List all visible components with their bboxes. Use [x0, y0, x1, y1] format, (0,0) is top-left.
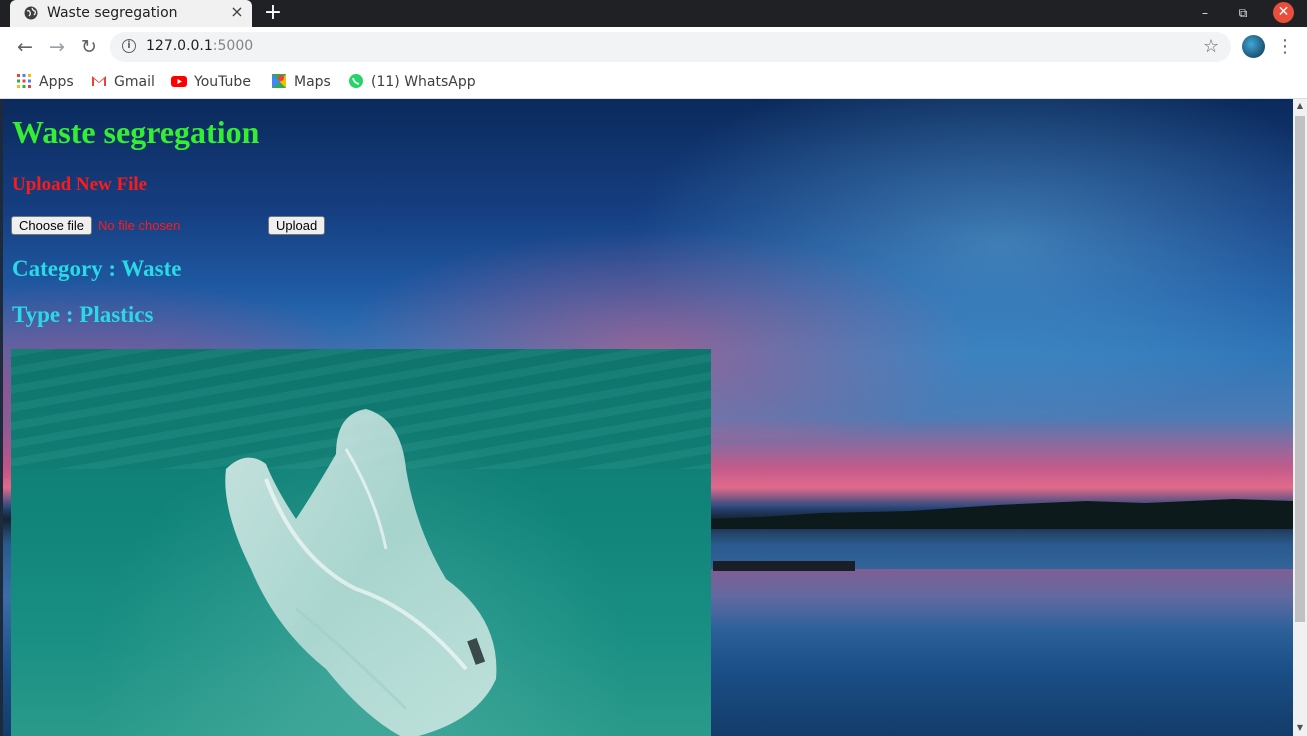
whatsapp-icon	[349, 74, 363, 88]
maps-icon	[272, 74, 286, 88]
scroll-thumb[interactable]	[1295, 116, 1305, 622]
bookmark-gmail[interactable]: Gmail	[91, 71, 155, 93]
bookmark-label: Gmail	[114, 74, 155, 90]
background-dock	[713, 561, 855, 571]
bookmark-maps[interactable]: Maps	[271, 71, 331, 93]
back-icon[interactable]: ←	[14, 36, 36, 58]
browser-toolbar: ← → ↻ i 127.0.0.1:5000 ☆ ⋮	[0, 27, 1307, 67]
url-text[interactable]: 127.0.0.1:5000	[146, 38, 253, 54]
window-close-icon[interactable]: ✕	[1273, 2, 1294, 23]
scroll-up-icon[interactable]: ▲	[1293, 99, 1307, 113]
bookmark-label: Maps	[294, 74, 331, 90]
new-tab-icon[interactable]: +	[262, 2, 284, 24]
bookmark-star-icon[interactable]: ☆	[1203, 36, 1219, 57]
tab-title: Waste segregation	[47, 5, 178, 21]
choose-file-button[interactable]: Choose file	[11, 216, 93, 235]
apps-grid-icon	[17, 74, 31, 88]
address-bar[interactable]: i 127.0.0.1:5000 ☆	[110, 32, 1231, 62]
page-title: Waste segregation	[12, 114, 260, 150]
page-scrollbar[interactable]: ▲ ▼	[1293, 99, 1307, 736]
scroll-down-icon[interactable]: ▼	[1293, 721, 1307, 735]
info-icon[interactable]: i	[122, 39, 136, 53]
bookmark-apps[interactable]: Apps	[16, 71, 74, 93]
uploaded-image	[11, 349, 711, 736]
bookmarks-bar: Apps Gmail YouTube Maps (11) WhatsApp	[0, 67, 1307, 99]
page-viewport: Waste segregation Upload New File Choose…	[3, 99, 1293, 736]
youtube-icon	[171, 76, 187, 87]
tab-waste-segregation[interactable]: Waste segregation ×	[10, 0, 252, 27]
globe-icon	[24, 6, 38, 20]
bookmark-label: Apps	[39, 74, 74, 90]
gmail-icon	[92, 76, 106, 86]
close-tab-icon[interactable]: ×	[228, 3, 246, 21]
menu-dots-icon[interactable]: ⋮	[1276, 36, 1294, 57]
profile-avatar-icon[interactable]	[1242, 35, 1265, 58]
restore-icon[interactable]: ⧉	[1233, 4, 1253, 22]
minimize-icon[interactable]: –	[1195, 4, 1215, 22]
reload-icon[interactable]: ↻	[78, 36, 100, 58]
bookmark-label: YouTube	[194, 74, 251, 90]
background-treeline	[703, 499, 1293, 529]
type-result: Type : Plastics	[12, 302, 154, 327]
bookmark-youtube[interactable]: YouTube	[171, 71, 251, 93]
plastic-bag-illustration	[225, 409, 497, 736]
file-status: No file chosen	[98, 218, 181, 233]
forward-icon[interactable]: →	[46, 36, 68, 58]
upload-button[interactable]: Upload	[268, 216, 326, 235]
tab-strip: Waste segregation × + – ⧉ ✕	[0, 0, 1307, 27]
upload-heading: Upload New File	[12, 174, 148, 195]
bookmark-label: (11) WhatsApp	[371, 74, 476, 90]
background-reflection	[703, 569, 1293, 629]
category-result: Category : Waste	[12, 256, 182, 281]
bookmark-whatsapp[interactable]: (11) WhatsApp	[348, 71, 476, 93]
